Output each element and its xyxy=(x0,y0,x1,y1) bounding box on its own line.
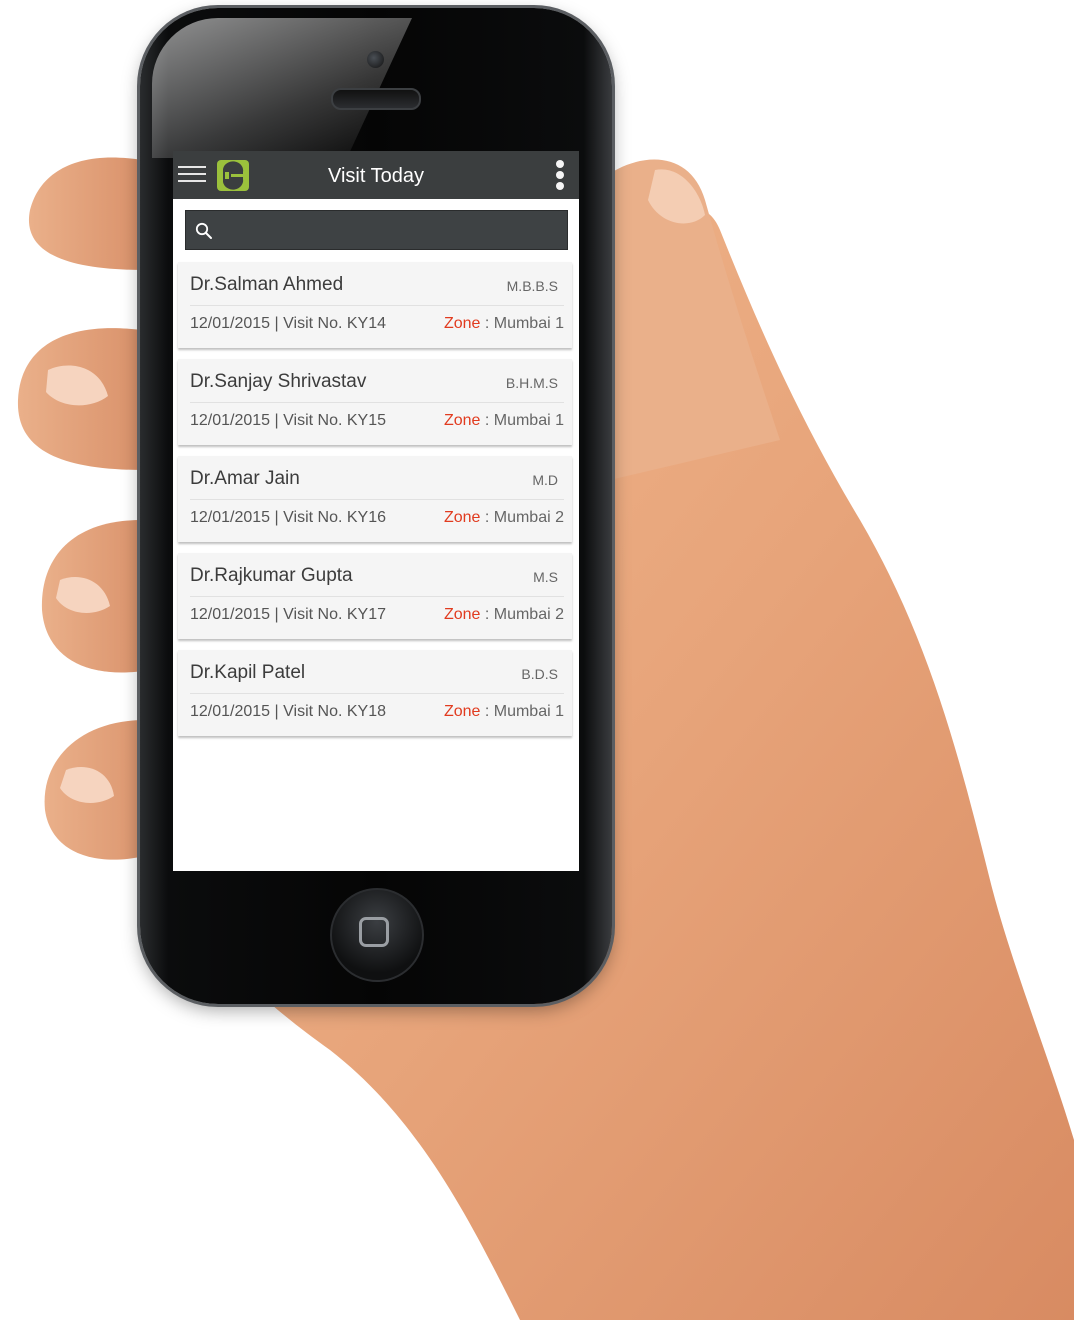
visit-number: | Visit No. KY18 xyxy=(274,703,386,720)
card-divider xyxy=(190,305,564,306)
card-divider xyxy=(190,402,564,403)
visit-number: | Visit No. KY17 xyxy=(274,606,386,623)
visit-zone: Zone : Mumbai 2 xyxy=(444,509,564,527)
visit-meta: 12/01/2015 | Visit No. KY18 xyxy=(190,703,386,721)
card-divider xyxy=(190,596,564,597)
card-divider xyxy=(190,499,564,500)
doctor-name: Dr.Kapil Patel xyxy=(190,662,306,683)
app-bar: Visit Today xyxy=(173,151,579,199)
visit-meta: 12/01/2015 | Visit No. KY14 xyxy=(190,315,386,333)
phone-screen: Visit Today Dr.Salman Ahmed M.B.B.S 12/0… xyxy=(173,151,579,871)
zone-value: : Mumbai 1 xyxy=(480,315,564,332)
visit-zone: Zone : Mumbai 1 xyxy=(444,703,564,721)
search-bar xyxy=(185,210,568,250)
home-button[interactable] xyxy=(330,888,424,982)
zone-label: Zone xyxy=(443,509,481,526)
visit-card[interactable]: Dr.Sanjay Shrivastav B.H.M.S 12/01/2015 … xyxy=(178,359,572,445)
front-camera-icon xyxy=(367,51,384,68)
doctor-degree: M.S xyxy=(533,569,558,585)
card-divider xyxy=(190,693,564,694)
visit-date: 12/01/2015 xyxy=(190,703,271,720)
visit-date: 12/01/2015 xyxy=(190,412,271,429)
doctor-degree: B.D.S xyxy=(521,666,558,682)
earpiece-speaker xyxy=(331,88,421,110)
doctor-name: Dr.Sanjay Shrivastav xyxy=(190,371,367,392)
zone-value: : Mumbai 2 xyxy=(480,509,564,526)
visit-date: 12/01/2015 xyxy=(190,315,271,332)
more-vert-icon[interactable] xyxy=(555,160,565,192)
visit-card[interactable]: Dr.Salman Ahmed M.B.B.S 12/01/2015 | Vis… xyxy=(178,262,572,348)
zone-value: : Mumbai 1 xyxy=(480,703,564,720)
home-square-icon xyxy=(359,917,389,947)
visit-zone: Zone : Mumbai 1 xyxy=(444,412,564,430)
doctor-name: Dr.Rajkumar Gupta xyxy=(190,565,353,586)
visit-meta: 12/01/2015 | Visit No. KY15 xyxy=(190,412,386,430)
visit-zone: Zone : Mumbai 1 xyxy=(444,315,564,333)
visit-number: | Visit No. KY14 xyxy=(274,315,386,332)
visit-card[interactable]: Dr.Kapil Patel B.D.S 12/01/2015 | Visit … xyxy=(178,650,572,736)
zone-value: : Mumbai 2 xyxy=(480,606,564,623)
visit-number: | Visit No. KY16 xyxy=(274,509,386,526)
doctor-degree: M.D xyxy=(532,472,558,488)
zone-label: Zone xyxy=(443,315,481,332)
doctor-degree: B.H.M.S xyxy=(505,375,558,391)
visit-number: | Visit No. KY15 xyxy=(274,412,386,429)
visit-meta: 12/01/2015 | Visit No. KY16 xyxy=(190,509,386,527)
zone-label: Zone xyxy=(443,703,481,720)
page-title: Visit Today xyxy=(328,165,424,187)
doctor-name: Dr.Amar Jain xyxy=(190,468,300,489)
visit-zone: Zone : Mumbai 2 xyxy=(444,606,564,624)
zone-label: Zone xyxy=(443,412,481,429)
visit-list: Dr.Salman Ahmed M.B.B.S 12/01/2015 | Vis… xyxy=(178,262,572,747)
visit-date: 12/01/2015 xyxy=(190,509,271,526)
search-icon xyxy=(195,222,212,239)
visit-meta: 12/01/2015 | Visit No. KY17 xyxy=(190,606,386,624)
doctor-name: Dr.Salman Ahmed xyxy=(190,274,344,295)
search-input[interactable] xyxy=(222,217,556,245)
doctor-degree: M.B.B.S xyxy=(506,278,558,294)
visit-card[interactable]: Dr.Rajkumar Gupta M.S 12/01/2015 | Visit… xyxy=(178,553,572,639)
visit-card[interactable]: Dr.Amar Jain M.D 12/01/2015 | Visit No. … xyxy=(178,456,572,542)
zone-label: Zone xyxy=(443,606,481,623)
visit-date: 12/01/2015 xyxy=(190,606,271,623)
zone-value: : Mumbai 1 xyxy=(480,412,564,429)
